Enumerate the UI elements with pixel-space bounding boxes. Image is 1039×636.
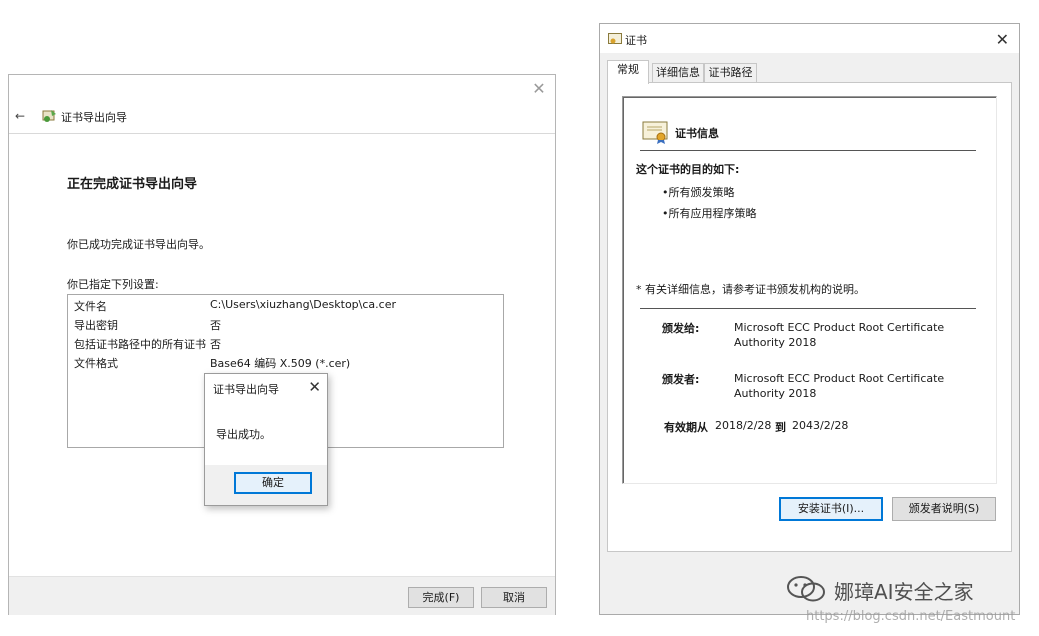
issued-by-value: Microsoft ECC Product Root Certificate A…	[734, 372, 945, 400]
tab-details[interactable]: 详细信息	[652, 63, 704, 83]
setting-key: 包括证书路径中的所有证书	[74, 338, 206, 351]
watermark: 娜璋AI安全之家	[786, 572, 1026, 608]
valid-to-label: 到	[775, 421, 786, 434]
settings-row: 导出密钥 否	[74, 317, 494, 335]
purpose-item: •所有颁发策略	[662, 186, 735, 199]
valid-from-label: 有效期从	[664, 421, 708, 434]
setting-key: 导出密钥	[74, 319, 118, 332]
setting-key: 文件格式	[74, 357, 118, 370]
purpose-item: •所有应用程序策略	[662, 207, 757, 220]
tab-general[interactable]: 常规	[607, 60, 649, 84]
divider	[640, 308, 976, 309]
valid-to-value: 2043/2/28	[792, 419, 849, 432]
close-icon[interactable]: ✕	[308, 378, 321, 396]
title-bar	[600, 24, 1019, 53]
watermark-url: https://blog.csdn.net/Eastmount	[806, 609, 1016, 624]
valid-from-value: 2018/2/28	[715, 419, 772, 432]
close-icon[interactable]: ✕	[531, 81, 547, 97]
certificate-info-icon	[642, 121, 668, 144]
setting-value: 否	[210, 338, 221, 351]
settings-row: 文件格式 Base64 编码 X.509 (*.cer)	[74, 355, 494, 373]
wizard-title: 证书导出向导	[61, 111, 127, 124]
header-divider	[9, 133, 555, 134]
setting-value: 否	[210, 319, 221, 332]
setting-value: Base64 编码 X.509 (*.cer)	[210, 357, 351, 370]
certificate-info-title: 证书信息	[675, 127, 719, 140]
dialog-title: 证书导出向导	[213, 383, 279, 396]
settings-row: 包括证书路径中的所有证书 否	[74, 336, 494, 354]
export-success-dialog: 证书导出向导 ✕ 导出成功。 确定	[204, 373, 328, 506]
finish-button[interactable]: 完成(F)	[408, 587, 474, 608]
issuer-statement-button[interactable]: 颁发者说明(S)	[892, 497, 996, 521]
export-wizard-window: ✕ ← 证书导出向导 正在完成证书导出向导 你已成功完成证书导出向导。 你已指定…	[8, 74, 556, 615]
purpose-heading: 这个证书的目的如下:	[636, 163, 740, 176]
certificate-wizard-icon	[42, 110, 56, 122]
install-certificate-button[interactable]: 安装证书(I)...	[779, 497, 883, 521]
ok-button[interactable]: 确定	[234, 472, 312, 494]
settings-row: 文件名 C:\Users\xiuzhang\Desktop\ca.cer	[74, 298, 494, 316]
window-title: 证书	[625, 34, 647, 47]
setting-key: 文件名	[74, 300, 107, 313]
back-arrow-icon[interactable]: ←	[15, 109, 25, 123]
cancel-button[interactable]: 取消	[481, 587, 547, 608]
watermark-text: 娜璋AI安全之家	[834, 580, 974, 604]
setting-value: C:\Users\xiuzhang\Desktop\ca.cer	[210, 298, 396, 311]
page-heading: 正在完成证书导出向导	[67, 177, 198, 192]
success-text: 你已成功完成证书导出向导。	[67, 238, 210, 251]
certificate-icon	[608, 33, 622, 44]
tab-certification-path[interactable]: 证书路径	[704, 63, 757, 83]
issued-by-label: 颁发者:	[662, 373, 700, 386]
wizard-footer: 完成(F) 取消	[9, 576, 555, 615]
divider	[640, 150, 976, 151]
issuer-note: * 有关详细信息，请参考证书颁发机构的说明。	[636, 283, 865, 296]
settings-label: 你已指定下列设置:	[67, 278, 159, 291]
issued-to-value: Microsoft ECC Product Root Certificate A…	[734, 321, 945, 349]
certificate-window: 证书 ✕ 常规 详细信息 证书路径 证书信息 这个证书的目的如下: •所有颁发策…	[599, 23, 1020, 615]
wechat-icon	[787, 576, 825, 602]
close-icon[interactable]: ✕	[996, 30, 1009, 49]
dialog-message: 导出成功。	[216, 428, 271, 441]
issued-to-label: 颁发给:	[662, 322, 700, 335]
